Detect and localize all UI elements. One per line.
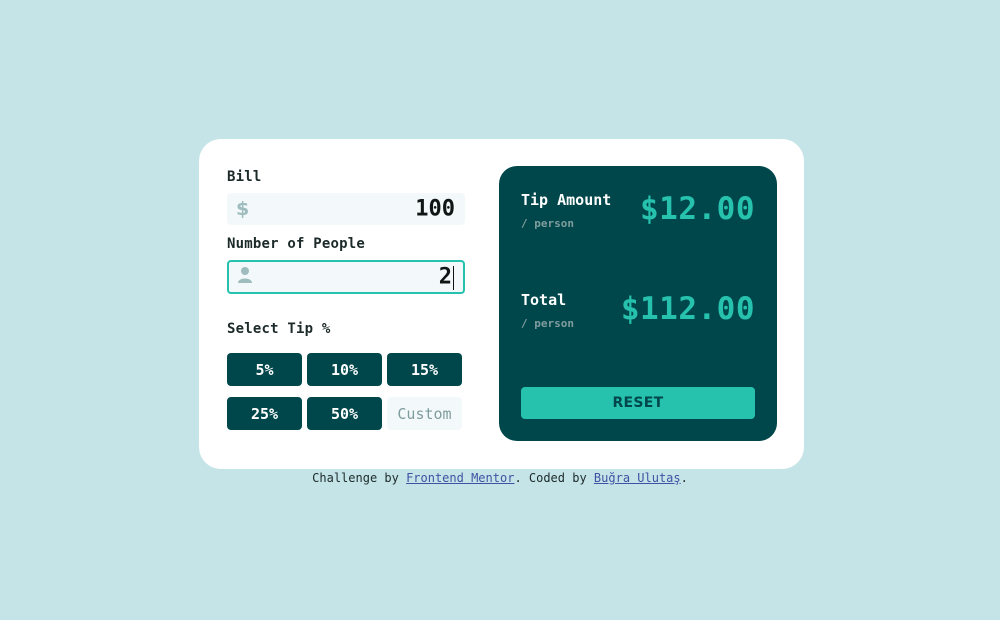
tip-button-15[interactable]: 15% (387, 353, 462, 386)
people-value: 2 (438, 264, 452, 290)
tip-button-5[interactable]: 5% (227, 353, 302, 386)
calculator-card: Bill $ 100 Number of People 2 Select Tip… (199, 139, 804, 469)
person-icon (237, 266, 253, 288)
author-link[interactable]: Buğra Ulutaş (594, 471, 681, 485)
tip-amount-label: Tip Amount (521, 191, 612, 209)
results-panel: Tip Amount / person $12.00 Total / perso… (499, 166, 777, 441)
people-label: Number of People (227, 236, 366, 252)
tip-amount-sub: / person (521, 217, 574, 230)
total-sub: / person (521, 317, 574, 330)
frontend-mentor-link[interactable]: Frontend Mentor (406, 471, 514, 485)
dollar-icon: $ (236, 198, 250, 220)
tip-button-50[interactable]: 50% (307, 397, 382, 430)
total-value: $112.00 (620, 291, 755, 327)
tip-button-10[interactable]: 10% (307, 353, 382, 386)
text-caret (453, 266, 454, 290)
bill-label: Bill (227, 169, 262, 185)
tip-button-25[interactable]: 25% (227, 397, 302, 430)
attribution-footer: Challenge by Frontend Mentor. Coded by B… (0, 471, 1000, 485)
footer-suffix: . (680, 471, 688, 485)
bill-value: 100 (415, 196, 455, 222)
select-tip-label: Select Tip % (227, 321, 331, 337)
footer-prefix: Challenge by (312, 471, 407, 485)
total-label: Total (521, 291, 567, 309)
footer-middle: . Coded by (514, 471, 594, 485)
tip-amount-value: $12.00 (640, 191, 755, 227)
input-panel: Bill $ 100 Number of People 2 Select Tip… (227, 139, 465, 469)
reset-button[interactable]: RESET (521, 387, 755, 419)
custom-tip-input[interactable]: Custom (387, 397, 462, 430)
bill-input[interactable]: $ 100 (227, 193, 465, 225)
people-input[interactable]: 2 (227, 260, 465, 294)
